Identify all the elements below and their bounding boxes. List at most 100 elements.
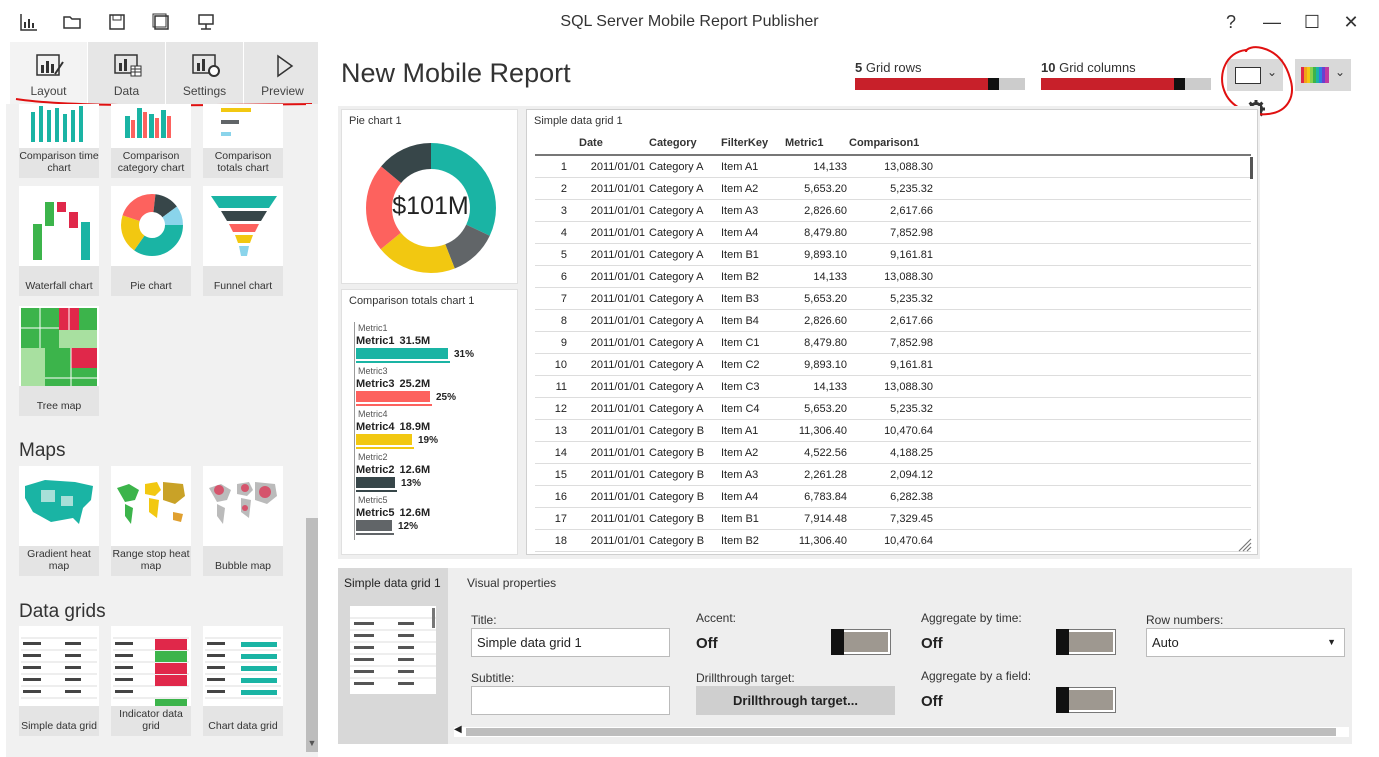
table-row[interactable]: 3 2011/01/01 Category A Item A3 2,826.60 2,61… <box>535 200 1251 222</box>
comparison-metric-caption: Metric4 <box>358 409 388 419</box>
comparison-bar <box>356 434 412 445</box>
tile-comparison-category-chart[interactable]: Comparison category chart <box>111 104 191 178</box>
table-cell: Item A4 <box>721 491 759 503</box>
grid-rows-knob[interactable] <box>987 78 999 90</box>
color-palette-button[interactable]: ⌄ <box>1295 59 1351 91</box>
tile-bubble-map[interactable]: Bubble map <box>203 466 283 576</box>
simple-data-grid-panel[interactable]: Simple data grid 1 Date Category FilterK… <box>526 109 1258 555</box>
table-row[interactable]: 18 2011/01/01 Category B Item B2 11,306.40 10… <box>535 530 1251 552</box>
close-button[interactable]: ✕ <box>1336 8 1366 36</box>
table-row[interactable]: 5 2011/01/01 Category A Item B1 9,893.10 9,16… <box>535 244 1251 266</box>
table-row[interactable]: 2 2011/01/01 Category A Item A2 5,653.20 5,23… <box>535 178 1251 200</box>
drillthrough-button[interactable]: Drillthrough target... <box>696 686 895 715</box>
aggregate-field-toggle[interactable] <box>1056 687 1115 713</box>
grid-rows-label: 5 Grid rows <box>855 60 921 75</box>
table-row[interactable]: 16 2011/01/01 Category B Item A4 6,783.84 6,2… <box>535 486 1251 508</box>
table-row[interactable]: 6 2011/01/01 Category A Item B2 14,133 13,088… <box>535 266 1251 288</box>
data-icon <box>114 54 142 77</box>
minimize-button[interactable]: — <box>1257 8 1287 36</box>
tile-waterfall-chart[interactable]: Waterfall chart <box>19 186 99 296</box>
row-numbers-select[interactable]: Auto ▼ <box>1146 628 1345 657</box>
grid-columns-text: Grid columns <box>1059 60 1136 75</box>
selected-visual-tab[interactable]: Simple data grid 1 <box>338 568 448 744</box>
tile-tree-map[interactable]: Tree map <box>19 306 99 416</box>
aggregate-field-label: Aggregate by a field: <box>921 669 1032 683</box>
tab-preview[interactable]: Preview <box>244 42 318 104</box>
tile-indicator-data-grid[interactable]: Indicator data grid <box>111 626 191 736</box>
grid-columns-knob[interactable] <box>1173 78 1185 90</box>
table-cell: Item A2 <box>721 447 759 459</box>
comparison-totals-panel[interactable]: Comparison totals chart 1 Metric1 Metric1… <box>341 289 518 555</box>
table-row[interactable]: 7 2011/01/01 Category A Item B3 5,653.20 5,23… <box>535 288 1251 310</box>
grid-columns-slider[interactable] <box>1041 78 1211 90</box>
pie-chart-panel[interactable]: Pie chart 1 $101M <box>341 109 518 284</box>
table-row[interactable]: 8 2011/01/01 Category A Item B4 2,826.60 2,61… <box>535 310 1251 332</box>
report-title[interactable]: New Mobile Report <box>341 58 571 89</box>
tile-gradient-heat-map[interactable]: Gradient heat map <box>19 466 99 576</box>
table-cell: 10,470.64 <box>884 425 933 437</box>
subtitle-input[interactable] <box>471 686 670 715</box>
help-button[interactable]: ? <box>1216 8 1246 36</box>
title-input[interactable]: Simple data grid 1 <box>471 628 670 657</box>
table-cell: Item B2 <box>721 535 759 547</box>
palette-icon <box>1301 67 1329 83</box>
comparison-percent: 13% <box>401 478 422 489</box>
maximize-button[interactable]: ☐ <box>1297 8 1327 36</box>
grid-scroll-thumb[interactable] <box>1250 157 1253 179</box>
table-row[interactable]: 4 2011/01/01 Category A Item A4 8,479.80 7,85… <box>535 222 1251 244</box>
table-row[interactable]: 10 2011/01/01 Category A Item C2 9,893.10 9,1… <box>535 354 1251 376</box>
tile-comparison-totals-chart[interactable]: Comparison totals chart <box>203 104 283 178</box>
scroll-down-arrow-icon[interactable]: ▼ <box>306 738 318 748</box>
table-row[interactable]: 9 2011/01/01 Category A Item C1 8,479.80 7,85… <box>535 332 1251 354</box>
tab-layout[interactable]: Layout <box>10 42 87 104</box>
table-row[interactable]: 17 2011/01/01 Category B Item B1 7,914.48 7,3… <box>535 508 1251 530</box>
toggle-knob <box>1056 687 1069 713</box>
tile-range-stop-heat-map[interactable]: Range stop heat map <box>111 466 191 576</box>
table-cell: Category B <box>649 469 705 481</box>
table-row[interactable]: 1 2011/01/01 Category A Item A1 14,133 13,088… <box>535 156 1251 178</box>
tile-pie-chart[interactable]: Pie chart <box>111 186 191 296</box>
table-row[interactable]: 11 2011/01/01 Category A Item C3 14,133 13,08… <box>535 376 1251 398</box>
scroll-thumb[interactable] <box>306 518 318 752</box>
table-cell: 17 <box>554 513 567 525</box>
table-cell: Category A <box>649 205 704 217</box>
table-cell: Item C1 <box>721 337 760 349</box>
accent-toggle[interactable] <box>831 629 890 655</box>
scroll-left-arrow-icon[interactable]: ◀ <box>454 724 462 735</box>
table-row[interactable]: 12 2011/01/01 Category A Item C4 5,653.20 5,2… <box>535 398 1251 420</box>
column-header-metric1[interactable]: Metric1 <box>785 137 824 149</box>
table-row[interactable]: 14 2011/01/01 Category B Item A2 4,522.56 4,1… <box>535 442 1251 464</box>
tile-funnel-chart[interactable]: Funnel chart <box>203 186 283 296</box>
table-row[interactable]: 15 2011/01/01 Category B Item A3 2,261.28 2,0… <box>535 464 1251 486</box>
aggregate-time-toggle[interactable] <box>1056 629 1115 655</box>
comparison-bar <box>356 477 395 488</box>
tile-simple-data-grid[interactable]: Simple data grid <box>19 626 99 736</box>
properties-scroll-thumb[interactable] <box>466 728 1336 736</box>
tab-data[interactable]: Data <box>88 42 165 104</box>
comparison-time-thumbnail <box>31 106 83 142</box>
table-cell: 6 <box>560 271 567 283</box>
tile-chart-data-grid[interactable]: Chart data grid <box>203 626 283 736</box>
sidebar-scrollbar[interactable]: ▼ <box>306 104 318 757</box>
column-header-date[interactable]: Date <box>579 137 603 149</box>
table-cell: 9 <box>560 337 567 349</box>
metric-value: 12.6M <box>399 507 431 519</box>
table-cell: 5 <box>560 249 567 261</box>
comparison-percent: 25% <box>436 392 457 403</box>
table-cell: 13,088.30 <box>884 161 933 173</box>
table-cell: 2011/01/01 <box>590 227 645 239</box>
resize-grip-icon[interactable] <box>1237 537 1253 553</box>
selected-visual-name: Simple data grid 1 <box>344 576 441 590</box>
tile-comparison-time-chart[interactable]: Comparison time chart <box>19 104 99 178</box>
grid-rows-slider[interactable] <box>855 78 1025 90</box>
properties-scrollbar[interactable]: ◀ <box>454 724 1349 737</box>
table-row[interactable]: 13 2011/01/01 Category B Item A1 11,306.40 10… <box>535 420 1251 442</box>
column-header-comparison1[interactable]: Comparison1 <box>849 137 919 149</box>
column-header-filterkey[interactable]: FilterKey <box>721 137 768 149</box>
table-cell: 2,617.66 <box>890 315 933 327</box>
tab-settings[interactable]: Settings <box>166 42 243 104</box>
table-cell: Item C2 <box>721 359 760 371</box>
comparison-metric-label: Metric3 25.2M <box>356 378 430 390</box>
table-cell: 2011/01/01 <box>590 535 645 547</box>
column-header-category[interactable]: Category <box>649 137 697 149</box>
